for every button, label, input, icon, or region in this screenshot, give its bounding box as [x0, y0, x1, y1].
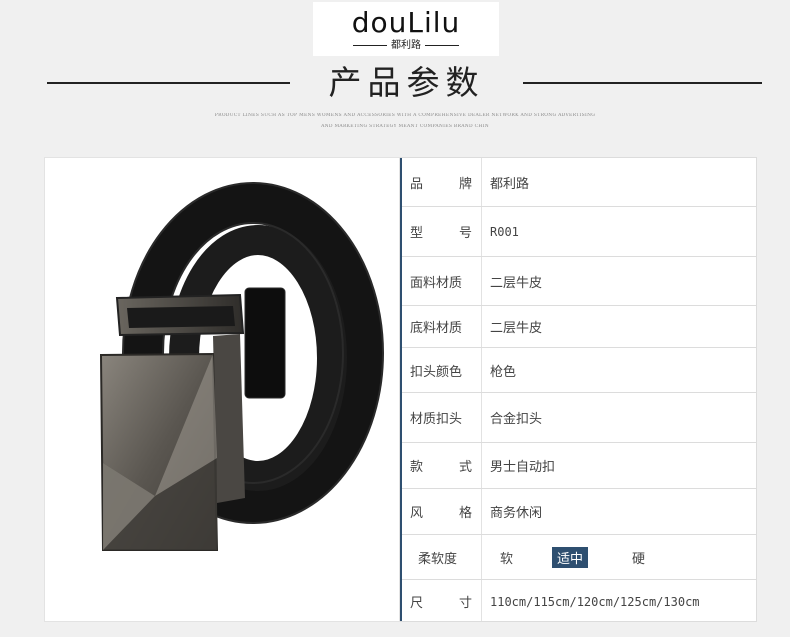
spec-value: 二层牛皮: [490, 275, 543, 291]
belt-illustration: [99, 182, 384, 551]
spec-label: 材质扣头: [410, 412, 463, 427]
ratchet-track: [244, 287, 286, 399]
spec-row-model: 型号 R001: [402, 207, 756, 257]
softness-option-soft: 软: [500, 551, 514, 567]
spec-row-genre: 风格 商务休闲: [402, 489, 756, 535]
spec-label: 扣头颜色: [410, 364, 463, 380]
spec-value: 都利路: [490, 176, 530, 192]
spec-label: 风格: [410, 506, 472, 521]
spec-label: 品牌: [410, 176, 472, 192]
tagline-line-1: PRODUCT LINES SUCH AS TOP MENS WOMENS AN…: [214, 113, 596, 118]
title-rule-left: [47, 82, 290, 84]
buckle-side-plate: [213, 334, 245, 503]
section-title: 产品参数: [328, 63, 485, 102]
logo-wordmark: douLilu: [351, 6, 461, 39]
logo-chinese-name: 都利路: [391, 40, 421, 51]
logo-subtitle: 都利路: [313, 40, 499, 52]
spec-value: 110cm/115cm/120cm/125cm/130cm: [490, 594, 700, 609]
spec-label: 款式: [410, 460, 472, 475]
spec-label: 底料材质: [410, 321, 463, 336]
spec-row-buckle-color: 扣头颜色 枪色: [402, 348, 756, 393]
spec-row-size: 尺寸 110cm/115cm/120cm/125cm/130cm: [402, 580, 756, 623]
spec-label: 面料材质: [410, 275, 463, 291]
spec-value: R001: [490, 224, 519, 239]
spec-value: 二层牛皮: [490, 321, 543, 336]
spec-row-softness: 柔软度 软 适中 硬: [402, 535, 756, 580]
spec-row-brand: 品牌 都利路: [402, 158, 756, 207]
brand-logo: douLilu 都利路: [313, 2, 499, 56]
logo-rule-right: [425, 44, 459, 46]
spec-row-base-material: 底料材质 二层牛皮: [402, 306, 756, 348]
logo-rule-left: [353, 44, 387, 46]
spec-label: 尺寸: [410, 596, 472, 611]
tagline-line-2: AND MARKETING STRATEGY MEANT COMPANIES B…: [321, 124, 489, 129]
product-photo: [44, 157, 400, 622]
spec-label: 型号: [410, 226, 472, 241]
spec-row-face-material: 面料材质 二层牛皮: [402, 257, 756, 306]
title-rule-right: [523, 82, 762, 84]
spec-value: 合金扣头: [490, 412, 543, 427]
spec-value: 枪色: [490, 364, 517, 380]
spec-value: 男士自动扣: [490, 460, 556, 475]
spec-row-buckle-material: 材质扣头 合金扣头: [402, 393, 756, 443]
spec-value: 商务休闲: [490, 506, 543, 521]
spec-label: 柔软度: [418, 551, 458, 567]
softness-option-hard: 硬: [632, 551, 646, 567]
spec-row-style: 款式 男士自动扣: [402, 443, 756, 489]
softness-option-medium-selected: 适中: [552, 535, 589, 579]
spec-table: 品牌 都利路 型号 R001 面料材质 二层牛皮 底料材质 二层牛皮 扣头颜色 …: [400, 157, 757, 622]
